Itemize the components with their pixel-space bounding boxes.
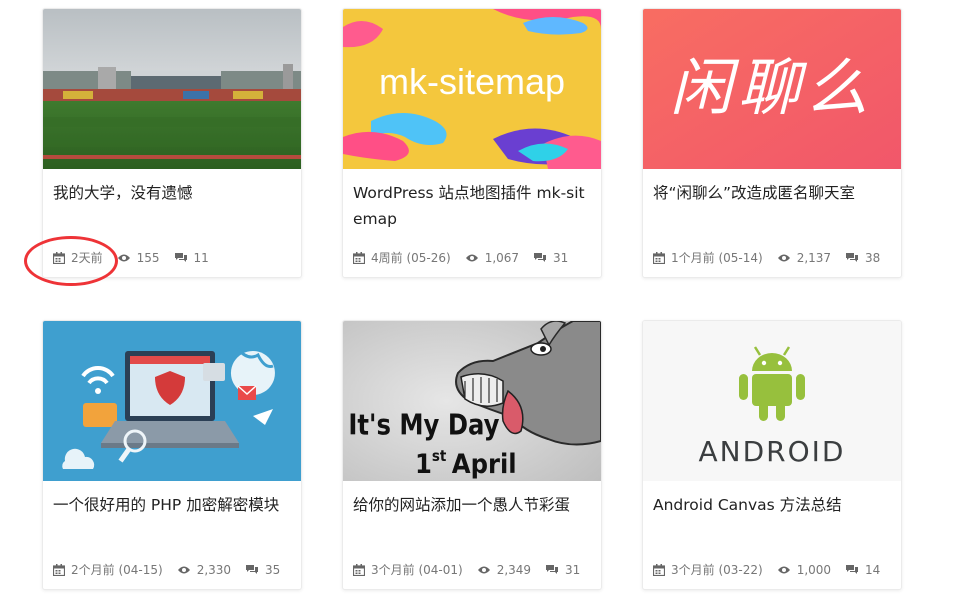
thumbnail-text-line1: It's My Day — [348, 409, 499, 442]
post-comments: 11 — [174, 251, 209, 265]
post-date-text: 3个月前 (04-01) — [371, 563, 463, 577]
post-title-link[interactable]: 一个很好用的 PHP 加密解密模块 — [53, 496, 279, 514]
comments-icon — [246, 565, 259, 574]
post-card[interactable]: mk-sitemap WordPress 站点地图插件 mk-sitemap 4… — [342, 8, 602, 278]
post-views-count: 2,349 — [496, 562, 532, 577]
thumbnail-text-suffix: st — [432, 448, 447, 465]
post-date-text: 1个月前 (05-14) — [671, 251, 763, 265]
post-comments-count: 35 — [265, 562, 281, 577]
post-title[interactable]: 我的大学，没有遗憾 — [43, 169, 301, 232]
svg-text:1stApril: 1st April — [415, 448, 517, 480]
post-card[interactable]: 一个很好用的 PHP 加密解密模块 2个月前 (04-15) 2,330 35 — [42, 320, 302, 590]
comments-icon — [846, 565, 859, 574]
calendar-icon — [653, 563, 665, 576]
thumbnail-text: 闲聊么 — [670, 51, 874, 124]
post-meta: 3个月前 (04-01) 2,349 31 — [353, 561, 594, 578]
post-date: 2个月前 (04-15) — [53, 561, 163, 578]
calendar-icon — [353, 563, 365, 576]
post-meta: 3个月前 (03-22) 1,000 14 — [653, 561, 894, 578]
post-comments: 38 — [845, 251, 880, 265]
eye-icon — [117, 254, 130, 261]
eye-icon — [177, 566, 190, 573]
post-views-count: 155 — [136, 250, 160, 265]
post-meta: 2天前 155 11 — [53, 249, 223, 266]
post-comments-count: 14 — [865, 562, 881, 577]
post-views-count: 2,330 — [196, 562, 232, 577]
post-title[interactable]: Android Canvas 方法总结 — [643, 481, 901, 544]
post-thumbnail-android[interactable]: ANDROID — [643, 321, 901, 481]
comments-icon — [546, 565, 559, 574]
post-card[interactable]: It's My Day 1st April 给你的网站添加一个愚人节彩蛋 3个月前… — [342, 320, 602, 590]
post-meta: 1个月前 (05-14) 2,137 38 — [653, 249, 894, 266]
post-date: 3个月前 (04-01) — [353, 561, 463, 578]
calendar-icon — [53, 251, 65, 264]
post-views: 1,000 — [777, 563, 831, 577]
eye-icon — [477, 566, 490, 573]
post-views-count: 1,000 — [796, 562, 832, 577]
post-date: 3个月前 (03-22) — [653, 561, 763, 578]
calendar-icon — [653, 251, 665, 264]
post-meta: 4周前 (05-26) 1,067 31 — [353, 249, 582, 266]
post-title-link[interactable]: WordPress 站点地图插件 mk-sitemap — [353, 184, 585, 228]
post-views: 2,349 — [477, 563, 531, 577]
post-comments: 31 — [533, 251, 568, 265]
post-comments: 35 — [245, 563, 280, 577]
post-views: 1,067 — [465, 251, 519, 265]
post-title-link[interactable]: 我的大学，没有遗憾 — [53, 184, 193, 202]
thumbnail-text-month: April — [452, 449, 517, 481]
comments-icon — [174, 253, 187, 262]
post-card[interactable]: 闲聊么 将“闲聊么”改造成匿名聊天室 1个月前 (05-14) 2,137 38 — [642, 8, 902, 278]
post-title-link[interactable]: 给你的网站添加一个愚人节彩蛋 — [353, 496, 570, 514]
post-date: 2天前 — [53, 249, 103, 266]
post-title-link[interactable]: Android Canvas 方法总结 — [653, 496, 842, 514]
post-views: 155 — [117, 251, 160, 265]
post-title[interactable]: 一个很好用的 PHP 加密解密模块 — [43, 481, 301, 544]
post-views: 2,137 — [777, 251, 831, 265]
post-comments-count: 11 — [193, 250, 209, 265]
post-views-count: 2,137 — [796, 250, 832, 265]
thumbnail-text: ANDROID — [699, 435, 846, 468]
eye-icon — [777, 566, 790, 573]
post-date: 4周前 (05-26) — [353, 249, 451, 266]
post-thumbnail-stadium[interactable] — [43, 9, 301, 169]
post-title[interactable]: 给你的网站添加一个愚人节彩蛋 — [343, 481, 601, 544]
post-date-text: 3个月前 (03-22) — [671, 563, 763, 577]
post-date-text: 2个月前 (04-15) — [71, 563, 163, 577]
eye-icon — [777, 254, 790, 261]
post-views-count: 1,067 — [484, 250, 520, 265]
post-comments-count: 31 — [553, 250, 569, 265]
comments-icon — [534, 253, 547, 262]
post-comments: 31 — [545, 563, 580, 577]
post-meta: 2个月前 (04-15) 2,330 35 — [53, 561, 294, 578]
post-title[interactable]: 将“闲聊么”改造成匿名聊天室 — [643, 169, 901, 232]
post-views: 2,330 — [177, 563, 231, 577]
post-date-text: 4周前 (05-26) — [371, 251, 451, 265]
post-card[interactable]: 我的大学，没有遗憾 2天前 155 11 — [42, 8, 302, 278]
post-title-link[interactable]: 将“闲聊么”改造成匿名聊天室 — [653, 184, 855, 202]
post-comments: 14 — [845, 563, 880, 577]
calendar-icon — [53, 563, 65, 576]
post-date: 1个月前 (05-14) — [653, 249, 763, 266]
thumbnail-text: mk-sitemap — [379, 61, 565, 102]
post-date-text: 2天前 — [71, 251, 103, 265]
post-thumbnail-mk-sitemap[interactable]: mk-sitemap — [343, 9, 601, 169]
post-thumbnail-chat[interactable]: 闲聊么 — [643, 9, 901, 169]
post-title[interactable]: WordPress 站点地图插件 mk-sitemap — [343, 169, 601, 232]
thumbnail-text-day: 1 — [415, 449, 432, 481]
post-thumbnail-april-fools[interactable]: It's My Day 1st April — [343, 321, 601, 481]
eye-icon — [465, 254, 478, 261]
post-thumbnail-security[interactable] — [43, 321, 301, 481]
post-card[interactable]: ANDROID Android Canvas 方法总结 3个月前 (03-22)… — [642, 320, 902, 590]
calendar-icon — [353, 251, 365, 264]
post-comments-count: 38 — [865, 250, 881, 265]
comments-icon — [846, 253, 859, 262]
post-comments-count: 31 — [565, 562, 581, 577]
